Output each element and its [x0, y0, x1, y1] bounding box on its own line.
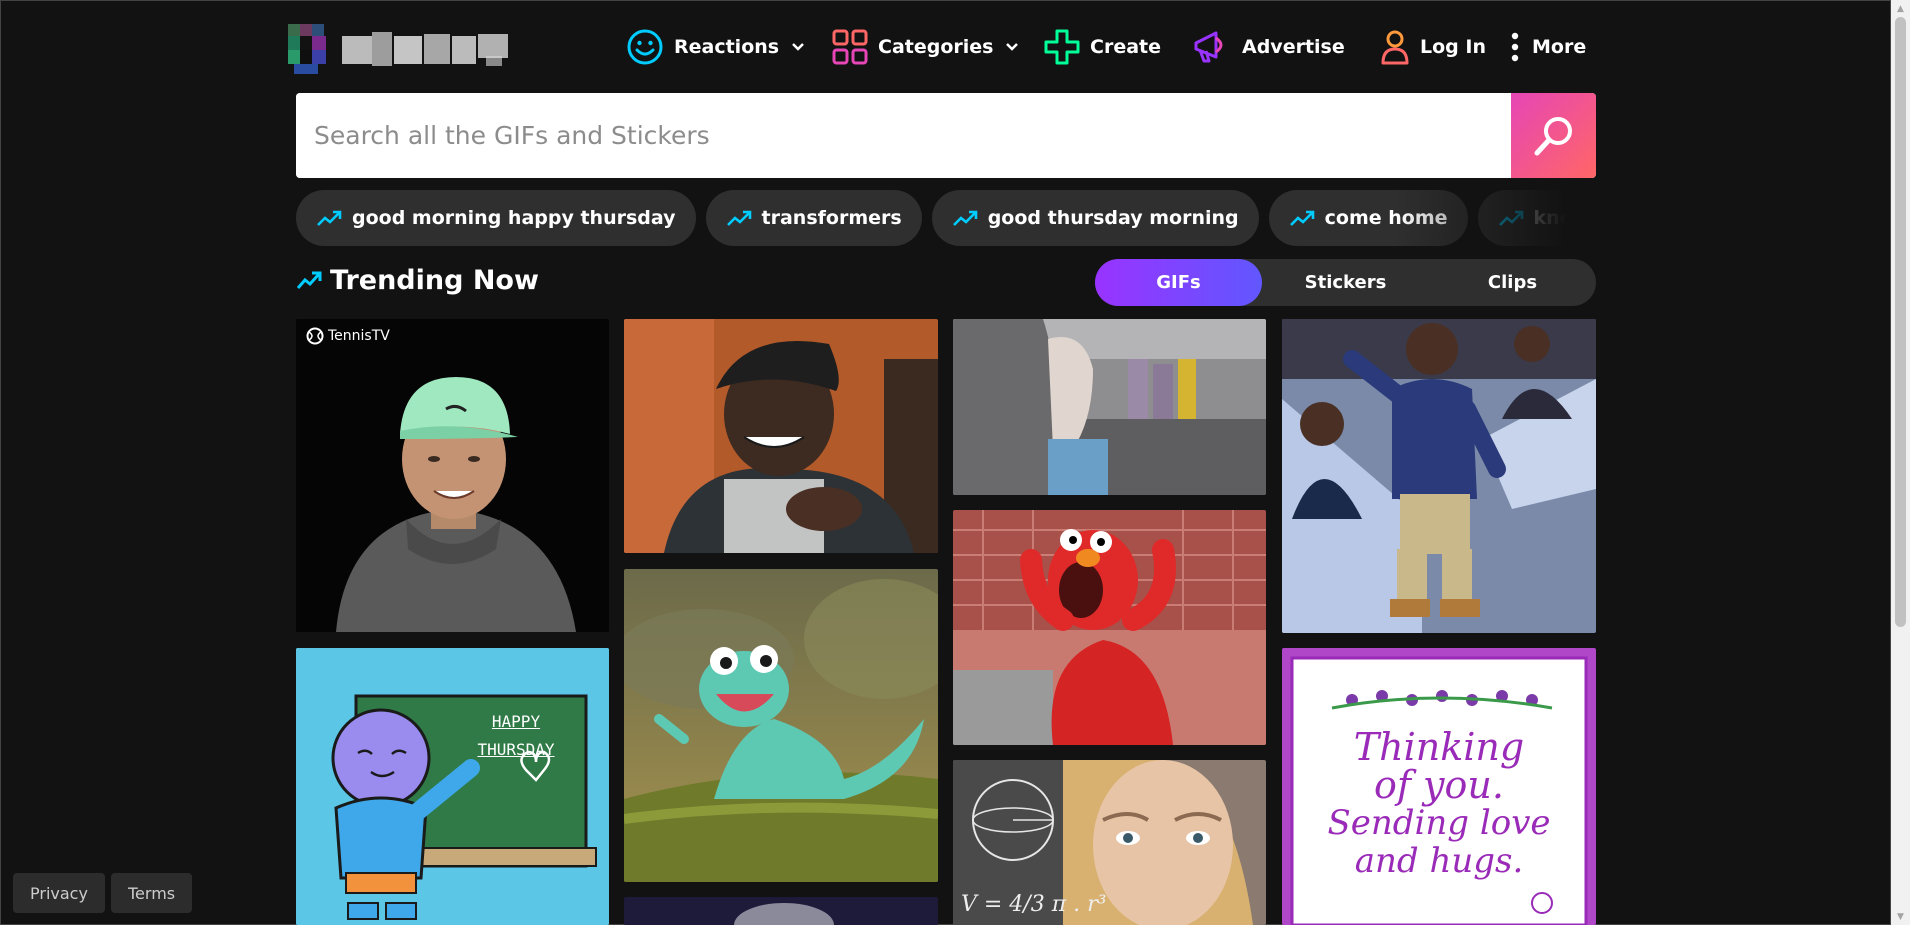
- card-line: Thinking: [1353, 725, 1525, 769]
- gif-image: [296, 319, 609, 632]
- trending-search-label: knowledge: [1533, 207, 1596, 229]
- nav-more[interactable]: More: [1508, 26, 1586, 68]
- gif-tile-math-lady[interactable]: V = 4/3 π . r³: [953, 760, 1266, 925]
- gif-image: [953, 319, 1266, 495]
- nav-login[interactable]: Log In: [1380, 26, 1486, 68]
- nav-reactions[interactable]: Reactions: [626, 26, 805, 68]
- nav-create-label: Create: [1090, 36, 1161, 58]
- grid-icon: [832, 29, 868, 65]
- tab-stickers[interactable]: Stickers: [1262, 259, 1429, 306]
- nav-login-label: Log In: [1420, 36, 1486, 58]
- logo-wordmark: [342, 30, 512, 70]
- tab-gifs[interactable]: GIFs: [1095, 259, 1262, 306]
- nav-categories-label: Categories: [878, 36, 994, 58]
- terms-link[interactable]: Terms: [111, 873, 193, 913]
- smiley-icon: [627, 29, 663, 65]
- math-formula: V = 4/3 π . r³: [961, 892, 1107, 917]
- gif-tile-dancing-kid[interactable]: [1282, 319, 1596, 633]
- more-vertical-icon: [1511, 32, 1519, 62]
- card-line: Sending love: [1327, 803, 1551, 843]
- scroll-up-arrow-icon[interactable]: ▲: [1891, 0, 1910, 17]
- nav-advertise[interactable]: Advertise: [1192, 26, 1345, 68]
- privacy-link[interactable]: Privacy: [13, 873, 105, 913]
- trending-search-label: good thursday morning: [987, 207, 1239, 229]
- gif-tile-partial[interactable]: [624, 897, 938, 925]
- trending-search-label: come home: [1324, 207, 1448, 229]
- card-line: and hugs.: [1354, 841, 1524, 881]
- section-title-text: Trending Now: [330, 264, 539, 296]
- megaphone-icon: [1194, 31, 1223, 63]
- giphy-logo[interactable]: [288, 24, 512, 76]
- tennistv-watermark: TennisTV: [306, 327, 390, 345]
- search-button[interactable]: [1511, 93, 1596, 178]
- nav-create[interactable]: Create: [1044, 26, 1161, 68]
- search-icon: [1534, 116, 1572, 155]
- trending-icon: [317, 210, 342, 226]
- trending-search-chip[interactable]: transformers: [705, 190, 922, 246]
- trending-searches: good morning happy thursday transformers…: [296, 190, 1596, 246]
- gif-tile-laughing-man[interactable]: [624, 319, 938, 553]
- trending-icon: [296, 271, 322, 289]
- trending-search-chip[interactable]: good thursday morning: [931, 190, 1259, 246]
- chalkboard-line: THURSDAY: [477, 740, 555, 759]
- gif-image: [624, 319, 938, 553]
- vertical-scrollbar[interactable]: ▲ ▼: [1891, 0, 1910, 925]
- trending-icon: [726, 210, 751, 226]
- gif-image: [624, 897, 938, 925]
- tennis-ball-icon: [306, 327, 324, 345]
- gif-tile-tennis-player[interactable]: TennisTV: [296, 319, 609, 632]
- gif-tile-thinking-of-you[interactable]: Thinking of you. Sending love and hugs.: [1282, 648, 1596, 925]
- search-bar: [296, 93, 1596, 178]
- plus-icon: [1044, 29, 1080, 65]
- trending-icon: [1498, 210, 1523, 226]
- nav-reactions-label: Reactions: [674, 36, 780, 58]
- gif-image: [1282, 319, 1596, 633]
- trending-search-chip[interactable]: good morning happy thursday: [296, 190, 696, 246]
- card-text: Thinking of you. Sending love and hugs.: [1282, 728, 1596, 880]
- trending-search-chip[interactable]: come home: [1268, 190, 1468, 246]
- gif-image: [953, 510, 1266, 745]
- chalkboard-text: HAPPY THURSDAY: [446, 708, 586, 764]
- logo-mark: [288, 24, 332, 76]
- tennistv-text: TennisTV: [328, 328, 390, 344]
- section-title: Trending Now: [296, 260, 539, 300]
- chevron-down-icon: [792, 43, 804, 51]
- trending-search-label: transformers: [761, 207, 902, 229]
- nav-advertise-label: Advertise: [1242, 36, 1345, 58]
- media-type-tabs: GIFs Stickers Clips: [1095, 259, 1596, 306]
- user-icon: [1381, 30, 1409, 65]
- chalkboard-line: HAPPY: [491, 712, 541, 731]
- trending-search-label: good morning happy thursday: [352, 207, 676, 229]
- trending-icon: [952, 210, 977, 226]
- trending-search-chip[interactable]: knowledge: [1477, 190, 1596, 246]
- trending-icon: [1289, 210, 1314, 226]
- chevron-down-icon: [1006, 43, 1019, 51]
- gif-image: [296, 648, 609, 925]
- scroll-thumb[interactable]: [1895, 17, 1906, 627]
- gif-image: [624, 569, 938, 882]
- search-input[interactable]: [296, 93, 1508, 178]
- nav-more-label: More: [1532, 36, 1587, 58]
- gif-tile-kitchen[interactable]: [953, 319, 1266, 495]
- gif-tile-elmo[interactable]: [953, 510, 1266, 745]
- card-line: of you.: [1374, 763, 1504, 807]
- scroll-down-arrow-icon[interactable]: ▼: [1891, 908, 1910, 925]
- nav-categories[interactable]: Categories: [832, 26, 1019, 68]
- gif-tile-happy-thursday[interactable]: HAPPY THURSDAY: [296, 648, 609, 925]
- tab-clips[interactable]: Clips: [1429, 259, 1596, 306]
- gif-tile-salamander[interactable]: [624, 569, 938, 882]
